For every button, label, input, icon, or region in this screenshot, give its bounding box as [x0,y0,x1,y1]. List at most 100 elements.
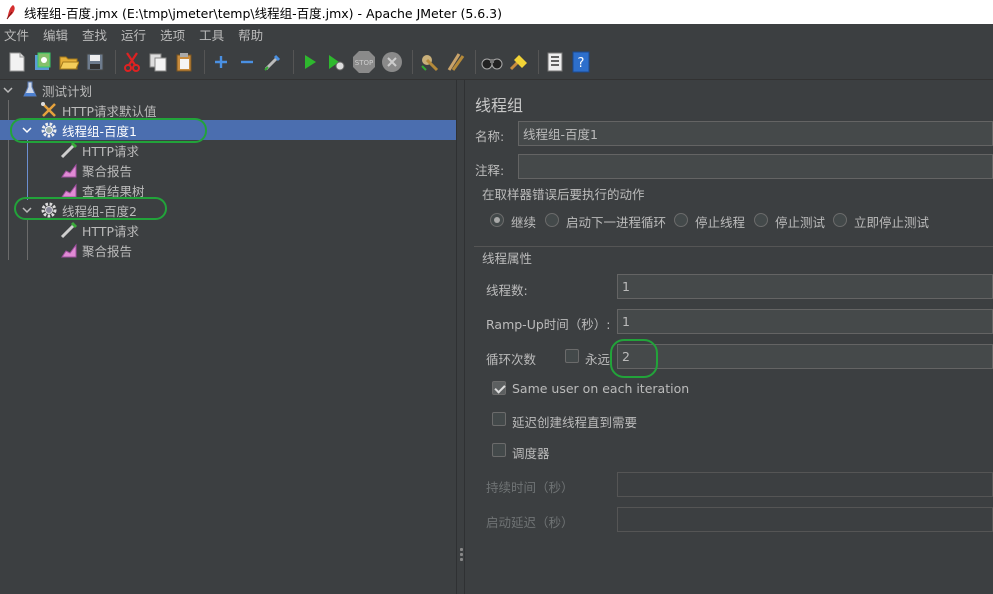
scheduler-checkbox[interactable] [492,443,506,457]
expand-all-button[interactable] [210,51,232,73]
error-action-title: 在取样器错误后要执行的动作 [482,187,645,202]
threads-field[interactable]: 1 [617,274,993,299]
stop-button[interactable]: STOP [351,50,377,73]
radio-stop-test-now-label[interactable]: 立即停止测试 [854,212,929,231]
menu-help[interactable]: 帮助 [238,25,263,44]
start-icon [305,54,316,69]
svg-text:STOP: STOP [355,59,373,67]
radio-stop-test-now[interactable] [833,213,847,227]
paste-button[interactable] [173,51,195,73]
sampler-pen-icon [60,141,78,159]
name-field[interactable]: 线程组-百度1 [518,121,993,146]
delay-thread-creation-label[interactable]: 延迟创建线程直到需要 [512,412,637,431]
toolbar-separator [204,49,205,74]
tree-item-thread-group-1[interactable]: 线程组-百度1 [0,120,456,140]
clear-all-icon [447,52,465,71]
collapse-all-button[interactable] [236,51,258,73]
duration-label: 持续时间（秒） [486,480,574,495]
tree-item-http-request[interactable]: HTTP请求 [0,220,456,240]
rampup-field[interactable]: 1 [617,309,993,334]
panel-heading: 线程组 [475,96,524,115]
same-user-checkbox[interactable] [492,381,506,395]
forever-label[interactable]: 永远 [585,349,610,368]
toolbar-separator [475,49,476,74]
start-no-pause-icon [329,54,345,70]
radio-continue-label[interactable]: 继续 [511,212,536,231]
radio-continue[interactable] [490,213,504,227]
radio-start-next-loop-label[interactable]: 启动下一进程循环 [566,212,666,231]
search-button[interactable] [481,51,503,73]
function-helper-button[interactable] [544,51,566,73]
menu-file[interactable]: 文件 [4,25,29,44]
chevron-down-icon[interactable] [2,84,14,96]
save-button[interactable] [84,51,106,73]
tree-label: 线程组-百度2 [62,203,137,219]
copy-button[interactable] [147,51,169,73]
toolbar-separator [115,49,116,74]
radio-stop-test[interactable] [754,213,768,227]
save-icon [86,53,104,70]
help-button[interactable]: ? [570,51,592,73]
copy-icon [149,53,167,71]
clear-button[interactable] [418,51,440,73]
menu-tools[interactable]: 工具 [199,25,224,44]
start-no-pause-button[interactable] [325,51,347,73]
clear-all-button[interactable] [444,51,466,73]
listener-chart-icon [61,243,77,258]
chevron-down-icon[interactable] [21,204,33,216]
menu-search[interactable]: 查找 [82,25,107,44]
scheduler-label[interactable]: 调度器 [512,443,550,462]
menu-options[interactable]: 选项 [160,25,185,44]
tree-item-view-results-tree[interactable]: 查看结果树 [0,180,456,200]
startup-delay-field[interactable] [617,507,993,532]
delay-thread-creation-checkbox[interactable] [492,412,506,426]
tree-item-test-plan[interactable]: 测试计划 [0,80,456,100]
tree-item-http-defaults[interactable]: HTTP请求默认值 [0,100,456,120]
radio-start-next-loop[interactable] [545,213,559,227]
tree-item-aggregate-report[interactable]: 聚合报告 [0,240,456,260]
shutdown-button[interactable] [381,51,403,73]
test-plan-tree: 测试计划 HTTP请求默认值 线程组-百度1 HTTP请求 聚合报告 查看结果树… [0,80,456,594]
tree-item-aggregate-report[interactable]: 聚合报告 [0,160,456,180]
reset-search-button[interactable] [507,51,529,73]
name-label: 名称: [475,129,505,144]
rampup-label: Ramp-Up时间（秒）: [486,317,611,332]
cut-button[interactable] [121,51,143,73]
clear-icon [421,54,439,71]
menu-run[interactable]: 运行 [121,25,146,44]
stop-icon: STOP [353,50,375,73]
new-icon [9,52,25,71]
templates-button[interactable] [32,51,54,73]
loop-count-field[interactable]: 2 [617,344,993,369]
tree-label: 聚合报告 [82,163,133,179]
radio-stop-thread-label[interactable]: 停止线程 [695,212,745,231]
templates-icon [35,52,51,70]
new-button[interactable] [6,51,28,73]
menu-edit[interactable]: 编辑 [43,25,68,44]
config-tools-icon [41,102,56,117]
duration-field[interactable] [617,472,993,497]
thread-props-title: 线程属性 [482,251,533,266]
same-user-label[interactable]: Same user on each iteration [512,381,689,396]
toggle-button[interactable] [262,51,284,73]
chevron-down-icon[interactable] [21,124,33,136]
tree-label: 查看结果树 [82,183,145,199]
open-button[interactable] [58,51,80,73]
listener-chart-icon [61,163,77,178]
sampler-pen-icon [60,221,78,239]
radio-stop-thread[interactable] [674,213,688,227]
tree-item-http-request[interactable]: HTTP请求 [0,140,456,160]
pane-splitter[interactable] [456,80,465,594]
toolbar-separator [538,49,539,74]
forever-checkbox[interactable] [565,349,579,363]
test-plan-flask-icon [23,81,37,97]
tree-label: HTTP请求 [82,143,139,159]
svg-text:?: ? [578,56,585,71]
radio-stop-test-label[interactable]: 停止测试 [775,212,825,231]
tree-label: HTTP请求 [82,223,139,239]
comment-field[interactable] [518,154,993,179]
tree-item-thread-group-2[interactable]: 线程组-百度2 [0,200,456,220]
loop-count-label: 循环次数 [486,352,537,367]
start-button[interactable] [299,51,321,73]
expand-icon [215,55,227,68]
